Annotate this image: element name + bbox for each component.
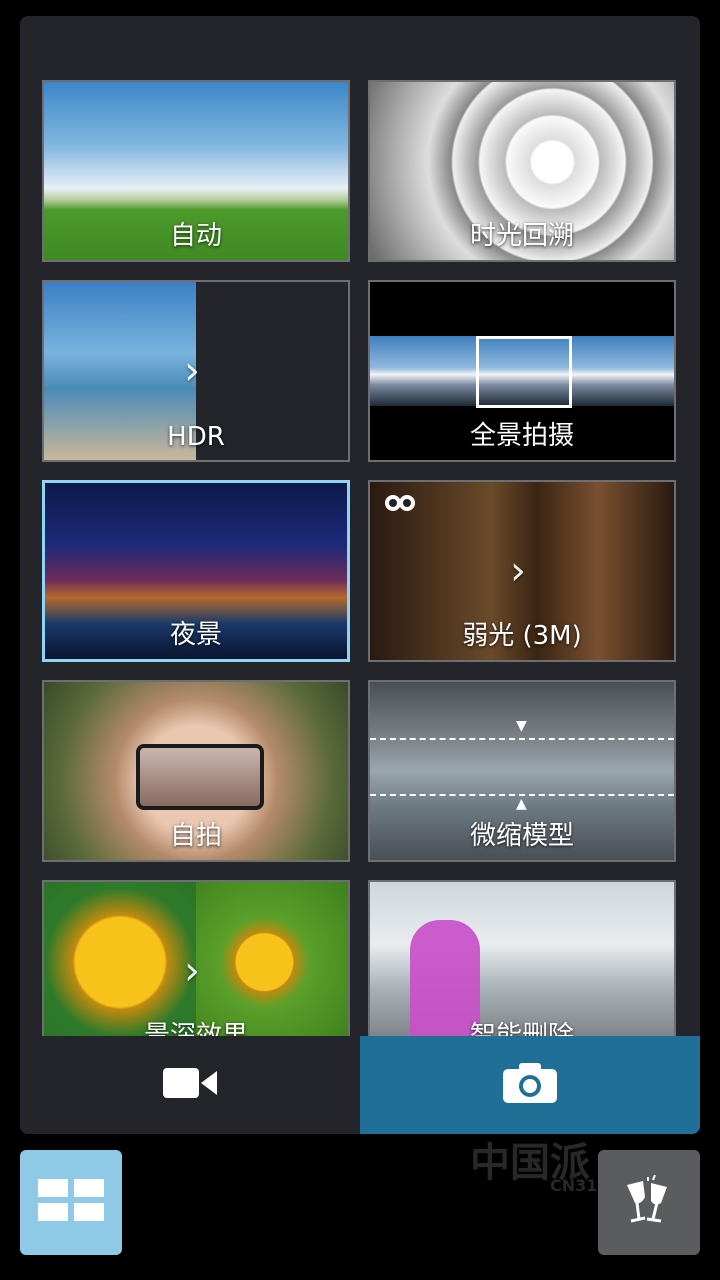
mode-tile-time-rewind[interactable]: 时光回溯 [368, 80, 676, 262]
video-camera-icon [163, 1066, 217, 1104]
mode-tile-selfie[interactable]: 自拍 [42, 680, 350, 862]
chevron-right-icon: › [184, 348, 200, 394]
mode-tile-auto[interactable]: 自动 [42, 80, 350, 262]
mode-tile-miniature[interactable]: ▼ ▲ 微缩模型 [368, 680, 676, 862]
mode-label: 景深效果 [143, 1021, 248, 1036]
mode-tile-smart-remove[interactable]: 智能删除 [368, 880, 676, 1036]
mode-label: 全景拍摄 [469, 421, 574, 451]
camera-icon [503, 1063, 557, 1107]
mode-grid[interactable]: 自动 时光回溯 › HDR 全景拍摄 夜景 › 弱光 (3M) 自拍 ▼ ▲ 微… [20, 16, 700, 1036]
grid-icon [38, 1178, 104, 1227]
mode-label: HDR [167, 422, 225, 452]
party-mode-button[interactable] [598, 1150, 700, 1255]
phone-image [136, 744, 264, 810]
chevron-right-icon: › [184, 948, 200, 994]
panorama-frame-icon [476, 336, 572, 408]
owl-icon [384, 492, 416, 520]
mode-panel: 自动 时光回溯 › HDR 全景拍摄 夜景 › 弱光 (3M) 自拍 ▼ ▲ 微… [20, 16, 700, 1134]
mode-label: 夜景 [169, 620, 222, 650]
mode-label: 自拍 [169, 821, 222, 851]
mode-label: 智能删除 [469, 1021, 574, 1036]
mode-tile-depth-of-field[interactable]: › 景深效果 [42, 880, 350, 1036]
mode-tile-panorama[interactable]: 全景拍摄 [368, 280, 676, 462]
mode-grid-button[interactable] [20, 1150, 122, 1255]
mode-label: 微缩模型 [469, 821, 574, 851]
cheers-icon [621, 1174, 677, 1231]
mode-tile-low-light[interactable]: › 弱光 (3M) [368, 480, 676, 662]
mode-label: 时光回溯 [469, 221, 574, 251]
mode-label: 弱光 (3M) [462, 621, 582, 651]
mode-tile-night[interactable]: 夜景 [42, 480, 350, 662]
chevron-right-icon: › [510, 548, 526, 594]
mode-label: 自动 [169, 221, 222, 251]
video-mode-tab[interactable] [20, 1036, 360, 1134]
mode-tile-hdr[interactable]: › HDR [42, 280, 350, 462]
photo-mode-tab[interactable] [360, 1036, 700, 1134]
smart-remove-thumbnail [370, 882, 674, 1036]
